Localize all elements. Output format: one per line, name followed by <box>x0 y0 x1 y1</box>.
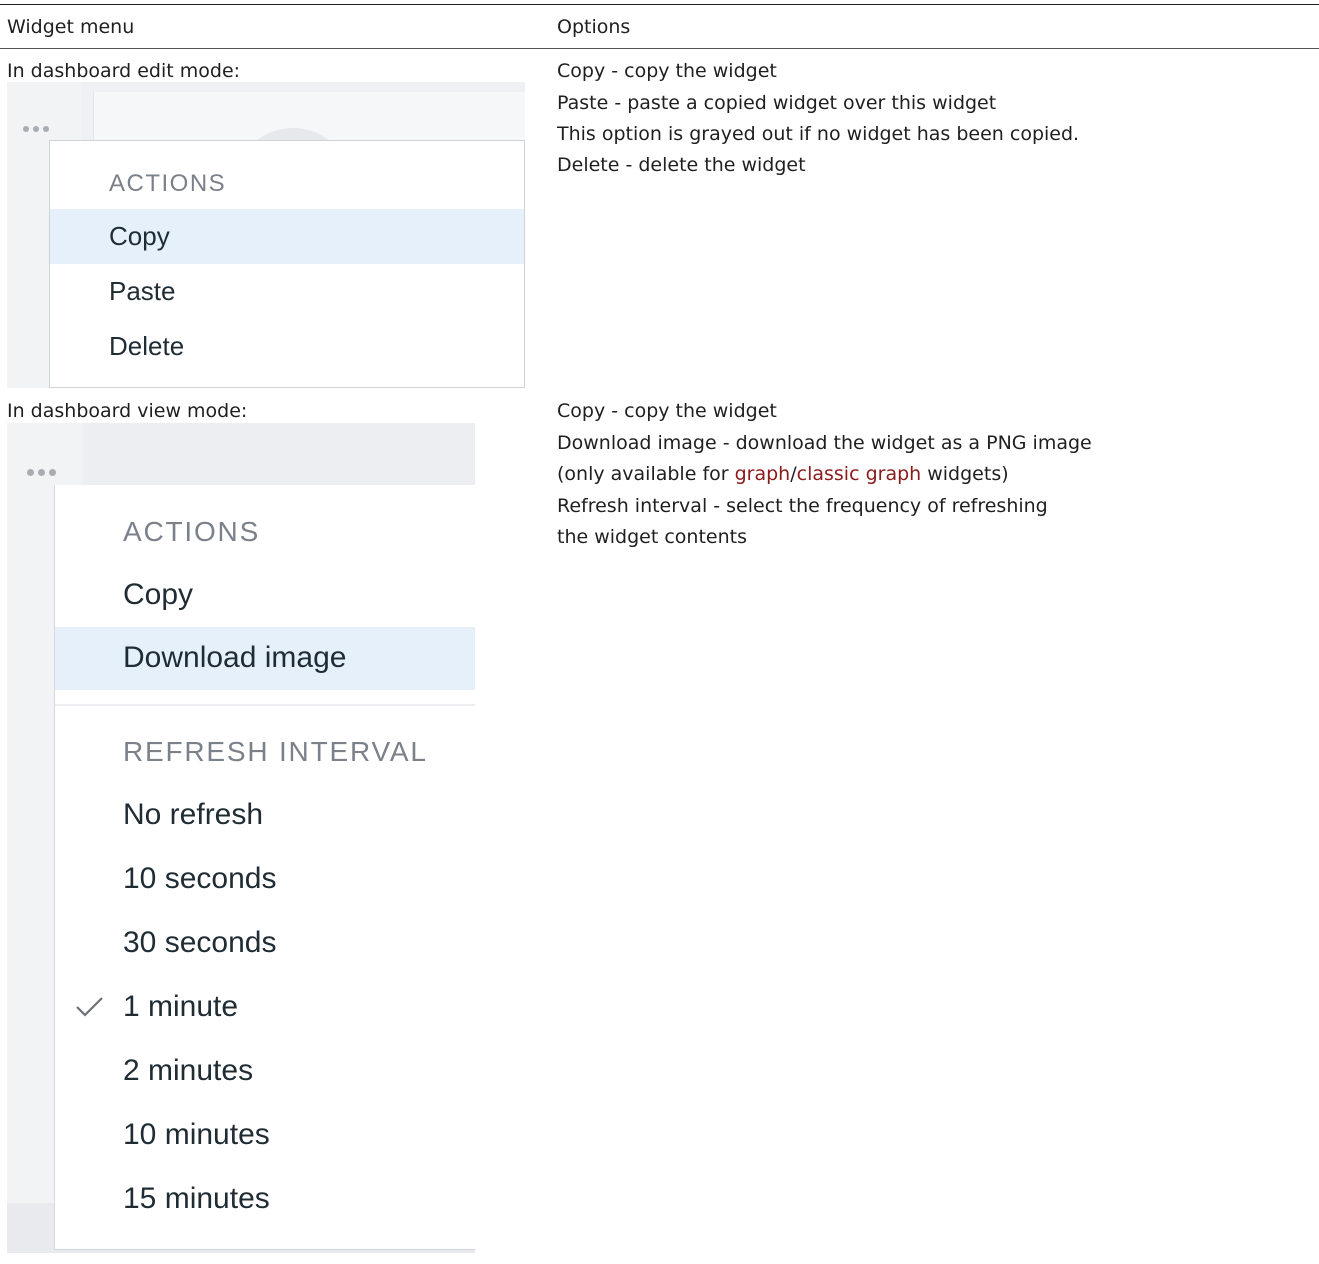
edit-mode-caption: In dashboard edit mode: <box>7 60 241 82</box>
edit-option-paste: Paste - paste a copied widget over this … <box>557 92 997 114</box>
view-option-refresh-interval: Refresh interval - select the frequency … <box>557 495 1048 517</box>
menu-item-paste[interactable]: Paste <box>50 264 524 319</box>
header-divider <box>0 48 1319 49</box>
menu-item-10-minutes[interactable]: 10 minutes <box>55 1104 475 1167</box>
edit-widget-menu: ACTIONS Copy Paste Delete <box>49 140 525 388</box>
view-option-refresh-interval-cont: the widget contents <box>557 526 747 548</box>
menu-item-2-minutes[interactable]: 2 minutes <box>55 1040 475 1103</box>
menu-section-actions: ACTIONS <box>109 170 227 197</box>
edit-option-copy: Copy - copy the widget <box>557 60 777 82</box>
menu-item-download-image[interactable]: Download image <box>55 627 475 690</box>
menu-item-delete[interactable]: Delete <box>50 319 524 374</box>
edit-option-delete: Delete - delete the widget <box>557 154 806 176</box>
more-dots-icon[interactable] <box>27 469 56 476</box>
menu-item-1-minute[interactable]: 1 minute <box>55 976 475 1039</box>
classic-graph-link[interactable]: classic graph <box>797 463 922 485</box>
view-mode-caption: In dashboard view mode: <box>7 400 248 422</box>
view-option-download-note: (only available for graph/classic graph … <box>557 463 1009 485</box>
graph-link[interactable]: graph <box>735 463 791 485</box>
edit-mode-menu-screenshot: ACTIONS Copy Paste Delete <box>7 82 525 388</box>
more-dots-icon[interactable] <box>23 126 49 132</box>
column-header-widget-menu: Widget menu <box>7 16 135 38</box>
menu-item-copy[interactable]: Copy <box>50 209 524 264</box>
view-option-download-image: Download image - download the widget as … <box>557 432 1092 454</box>
column-header-options: Options <box>557 16 631 38</box>
checkmark-icon <box>76 997 103 1017</box>
menu-section-actions: ACTIONS <box>123 516 261 547</box>
menu-item-10-seconds[interactable]: 10 seconds <box>55 848 475 911</box>
menu-item-30-seconds[interactable]: 30 seconds <box>55 912 475 975</box>
menu-section-refresh-interval: REFRESH INTERVAL <box>123 736 428 767</box>
view-option-copy: Copy - copy the widget <box>557 400 777 422</box>
view-mode-menu-screenshot: ACTIONS Copy Download image REFRESH INTE… <box>7 423 475 1253</box>
menu-divider <box>55 704 475 706</box>
table-top-border <box>0 4 1319 5</box>
edit-option-paste-note: This option is grayed out if no widget h… <box>557 123 1080 145</box>
widget-header-bar <box>89 423 475 485</box>
menu-item-copy[interactable]: Copy <box>55 564 475 627</box>
view-widget-menu: ACTIONS Copy Download image REFRESH INTE… <box>54 485 475 1250</box>
menu-item-no-refresh[interactable]: No refresh <box>55 784 475 847</box>
menu-item-15-minutes[interactable]: 15 minutes <box>55 1168 475 1231</box>
